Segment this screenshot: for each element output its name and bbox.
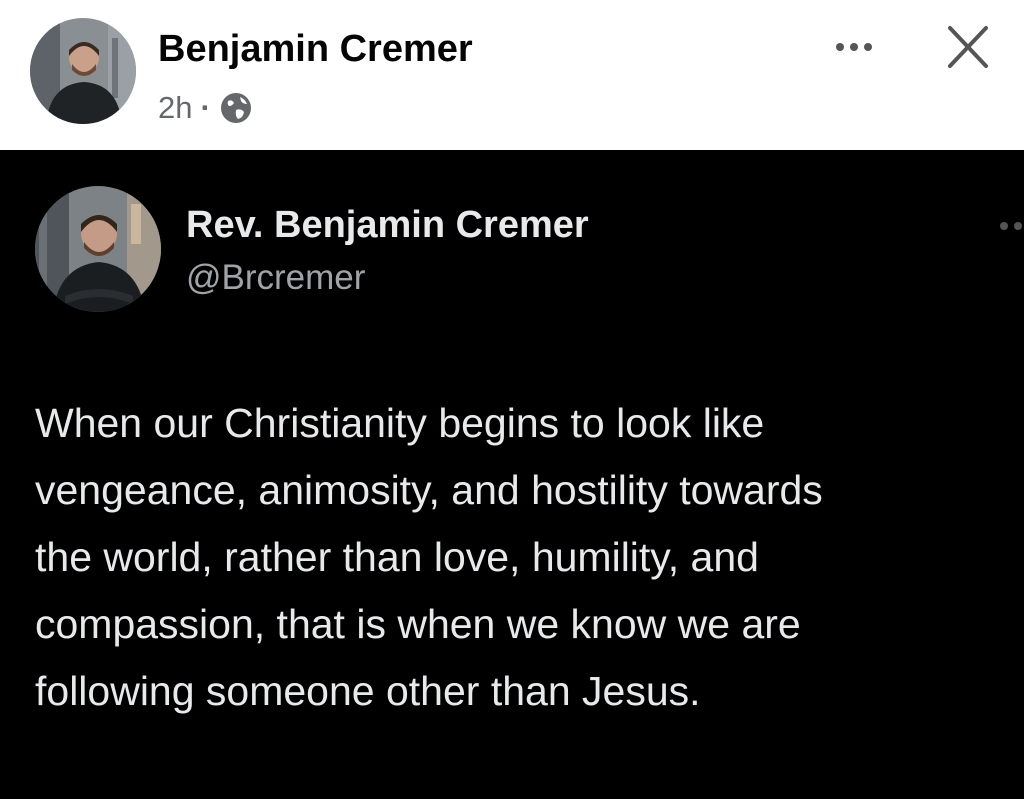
avatar[interactable] [30,18,136,124]
more-dot [864,43,872,51]
close-icon [948,26,988,68]
tweet-text: When our Christianity begins to look lik… [35,390,1005,725]
tweet-display-name: Rev. Benjamin Cremer [186,204,589,246]
tweet-image[interactable]: Rev. Benjamin Cremer @Brcremer When our … [0,150,1024,799]
avatar-image [35,186,161,312]
tweet-text-line: following someone other than Jesus. [35,668,701,714]
tweet-handle: @Brcremer [186,258,366,297]
meta-separator: · [200,90,211,125]
tweet-text-line: compassion, that is when we know we are [35,601,801,647]
tweet-more-options [1000,222,1022,230]
post-author-name[interactable]: Benjamin Cremer [158,28,473,71]
post-header: Benjamin Cremer 2h · [0,0,1024,150]
more-dot [1014,222,1022,230]
tweet-text-line: When our Christianity begins to look lik… [35,400,765,446]
more-options-icon [836,43,844,51]
more-options-button[interactable] [830,30,878,64]
globe-icon [219,91,253,125]
post-meta: 2h · [158,88,253,128]
tweet-text-line: vengeance, animosity, and hostility towa… [35,467,823,513]
tweet-avatar [35,186,161,312]
avatar-image [30,18,136,124]
tweet-text-line: the world, rather than love, humility, a… [35,534,759,580]
more-dot [850,43,858,51]
post-timestamp[interactable]: 2h [158,90,192,126]
more-options-icon [1000,222,1008,230]
close-button[interactable] [940,22,996,74]
